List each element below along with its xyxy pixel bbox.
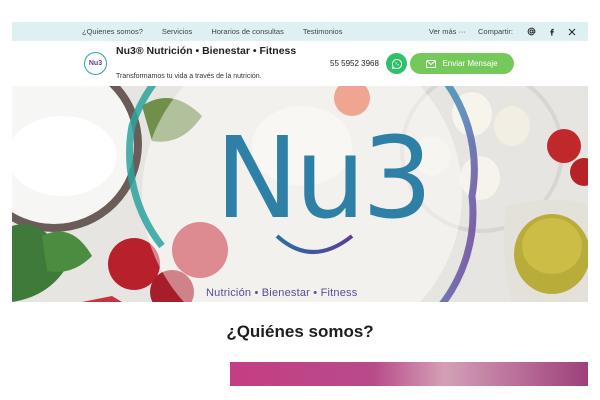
about-photo [230,362,588,386]
x-icon[interactable] [568,28,576,36]
site-logo[interactable]: Nu3 [84,52,107,75]
mail-icon [426,59,437,68]
nav-item-testimonios[interactable]: Testimonios [303,27,343,36]
site-title[interactable]: Nu3® Nutrición • Bienestar • Fitness [116,45,306,58]
top-navigation-bar: ¿Quienes somos? Servicios Horarios de co… [12,22,588,41]
share-label: Compartir: [477,27,513,36]
nav-item-quienes-somos[interactable]: ¿Quienes somos? [82,27,143,36]
whatsapp-icon [391,58,402,69]
phone-number[interactable]: 55 5952 3968 [330,59,379,68]
more-menu-link[interactable]: Ver más ··· [429,27,466,36]
whatsapp-button[interactable] [386,53,407,74]
hero-logo: Nu3 [192,104,452,274]
send-message-label: Enviar Mensaje [442,59,498,68]
section-title-quienes-somos: ¿Quiénes somos? [226,322,374,341]
site-tagline: Transformamos tu vida a través de la nut… [116,73,262,80]
logo-text: Nu3 [88,60,103,67]
send-message-button[interactable]: Enviar Mensaje [410,53,514,74]
site-header: Nu3 Nu3® Nutrición • Bienestar • Fitness… [12,41,588,86]
hero-caption: Nutrición • Bienestar • Fitness [206,287,358,299]
hero-banner: Nu3 Nutrición • Bienestar • Fitness [12,86,588,302]
facebook-icon[interactable] [548,27,556,36]
nav-item-servicios[interactable]: Servicios [162,27,192,36]
nav-item-horarios[interactable]: Horarios de consultas [211,27,284,36]
top-nav-right: Ver más ··· Compartir: [429,27,576,36]
top-nav: ¿Quienes somos? Servicios Horarios de co… [82,27,361,36]
at-icon[interactable] [527,27,536,36]
hero-logo-text: Nu3 [214,114,433,244]
